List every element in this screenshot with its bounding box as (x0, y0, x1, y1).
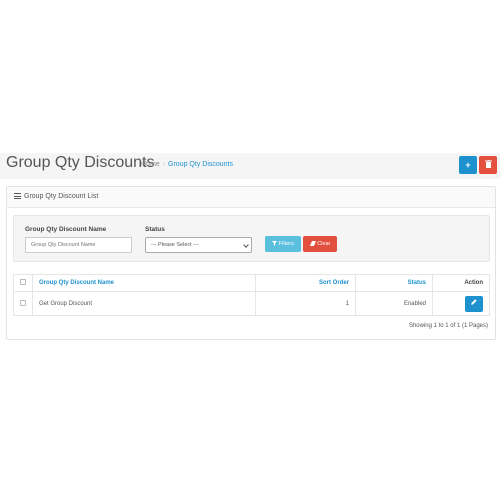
status-select[interactable]: --- Please Select --- (145, 237, 252, 253)
clear-button-label: Clear (317, 241, 331, 247)
panel-heading: Group Qty Discount List (7, 187, 495, 208)
breadcrumb-home[interactable]: Home (141, 161, 160, 168)
status-label: Status (145, 226, 165, 233)
discount-name-input[interactable] (25, 237, 132, 253)
page-title: Group Qty Discounts (6, 154, 155, 171)
filter-button[interactable]: Filters (265, 236, 301, 252)
breadcrumb-separator: › (162, 161, 166, 168)
filter-button-label: Filters (278, 241, 294, 247)
discount-name-label: Group Qty Discount Name (25, 226, 107, 233)
column-sort-order-header[interactable]: Sort Order (255, 274, 356, 292)
list-icon (14, 193, 21, 199)
chevron-down-icon (243, 242, 249, 248)
status-selected-value: --- Please Select --- (151, 242, 199, 248)
page-header: Group Qty Discounts Home › Group Qty Disco… (0, 153, 500, 179)
table-header-row: Group Qty Discount Name Sort Order Statu… (13, 274, 490, 292)
row-select-cell (13, 291, 33, 316)
filter-form: Group Qty Discount Name Status --- Pleas… (13, 215, 490, 262)
clear-button[interactable]: Clear (303, 236, 337, 252)
row-sort-order-cell: 1 (255, 291, 356, 316)
delete-button[interactable] (479, 156, 497, 174)
column-name-header[interactable]: Group Qty Discount Name (32, 274, 256, 292)
funnel-icon (272, 240, 278, 247)
discount-table: Group Qty Discount Name Sort Order Statu… (13, 274, 490, 316)
select-all-checkbox[interactable] (20, 279, 26, 285)
plus-icon: + (465, 160, 471, 170)
edit-button[interactable] (465, 295, 483, 312)
pagination-info: Showing 1 to 1 of 1 (1 Pages) (408, 323, 488, 329)
add-new-button[interactable]: + (459, 156, 477, 174)
column-status-header[interactable]: Status (355, 274, 433, 292)
column-action-header: Action (432, 274, 490, 292)
breadcrumb: Home › Group Qty Discounts (141, 161, 233, 168)
eraser-icon (309, 240, 316, 247)
table-row: Get Group Discount 1 Enabled (13, 291, 490, 316)
pencil-icon (471, 299, 477, 307)
row-checkbox[interactable] (20, 299, 26, 306)
panel-title: Group Qty Discount List (24, 193, 99, 200)
trash-icon (484, 160, 492, 170)
row-name-cell: Get Group Discount (32, 291, 256, 316)
row-action-cell (432, 291, 490, 316)
row-status-cell: Enabled (355, 291, 433, 316)
breadcrumb-current[interactable]: Group Qty Discounts (168, 161, 233, 168)
select-all-cell (13, 274, 33, 292)
discount-list-panel: Group Qty Discount List Group Qty Discou… (6, 186, 496, 340)
